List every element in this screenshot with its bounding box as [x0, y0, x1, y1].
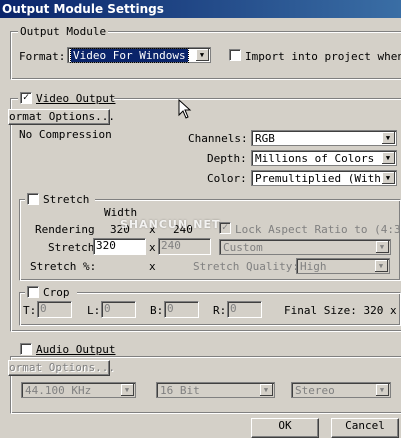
dropdown-arrow-icon: ▼ — [382, 152, 395, 164]
final-size-text: Final Size: 320 x — [284, 304, 397, 317]
rendering-label: Rendering — [35, 223, 95, 236]
dropdown-arrow-icon: ▼ — [382, 172, 395, 184]
stretch-checkbox[interactable] — [27, 193, 39, 205]
depth-value: Millions of Colors — [255, 152, 375, 165]
mouse-pointer-icon — [178, 98, 192, 122]
audio-bits-value: 16 Bit — [160, 384, 200, 397]
audio-output-checkbox[interactable] — [20, 343, 32, 355]
dropdown-arrow-icon: ▼ — [121, 384, 134, 396]
crop-bottom-field[interactable]: 0 — [164, 301, 199, 318]
dropdown-arrow-icon: ▼ — [375, 260, 388, 272]
depth-label: Depth: — [207, 152, 247, 165]
stretch-x: x — [149, 241, 156, 254]
color-value: Premultiplied (With — [255, 172, 381, 185]
crop-left-label: L: — [87, 304, 101, 317]
window-title: Output Module Settings — [0, 0, 401, 18]
crop-bottom-label: B: — [150, 304, 164, 317]
video-output-label[interactable]: Video Output — [36, 92, 115, 105]
crop-top-field[interactable]: 0 — [37, 301, 72, 318]
compression-text: No Compression — [19, 128, 112, 141]
stretch-height-field[interactable]: 240 — [158, 238, 211, 255]
channels-select[interactable]: RGB ▼ — [251, 130, 397, 146]
audio-bits-select[interactable]: 16 Bit ▼ — [156, 382, 275, 398]
format-label: Format: — [19, 50, 66, 63]
color-select[interactable]: Premultiplied (With ▼ — [251, 170, 397, 186]
cancel-button[interactable]: Cancel — [331, 418, 399, 438]
lock-aspect-ratio-checkbox[interactable]: ✓ — [219, 222, 231, 234]
audio-channels-value: Stereo — [295, 384, 335, 397]
crop-left-field[interactable]: 0 — [101, 301, 136, 318]
crop-right-field[interactable]: 0 — [227, 301, 262, 318]
audio-rate-value: 44.100 KHz — [25, 384, 92, 397]
watermark-logo: SHANCUN.NET — [120, 218, 220, 231]
output-module-legend: Output Module — [18, 25, 109, 38]
stretch-quality-select[interactable]: High ▼ — [296, 258, 390, 274]
video-output-checkbox[interactable]: ✓ — [20, 92, 32, 104]
format-select[interactable]: Video For Windows ▼ — [67, 47, 211, 63]
dropdown-arrow-icon: ▼ — [376, 384, 389, 396]
color-label: Color: — [207, 172, 247, 185]
watermark-text: SHANCUN.NET — [120, 218, 221, 231]
crop-label[interactable]: Crop — [43, 286, 70, 299]
import-into-project-label: Import into project when d — [245, 50, 401, 63]
stretch-quality-label: Stretch Quality: — [193, 260, 299, 273]
lock-aspect-ratio-label: Lock Aspect Ratio to (4:3) — [235, 223, 401, 236]
crop-right-label: R: — [213, 304, 227, 317]
stretch-preset-value: Custom — [223, 241, 263, 254]
crop-checkbox[interactable] — [27, 286, 39, 298]
crop-top-label: T: — [23, 304, 37, 317]
stretch-row-label: Stretch — [48, 241, 95, 254]
stretch-percent-label: Stretch %: — [30, 260, 97, 273]
dropdown-arrow-icon: ▼ — [196, 49, 209, 61]
stretch-percent-x: x — [149, 260, 156, 273]
stretch-label[interactable]: Stretch — [43, 193, 89, 206]
depth-select[interactable]: Millions of Colors ▼ — [251, 150, 397, 166]
stretch-preset-select[interactable]: Custom ▼ — [219, 239, 391, 255]
dropdown-arrow-icon: ▼ — [382, 132, 395, 144]
audio-rate-select[interactable]: 44.100 KHz ▼ — [21, 382, 136, 398]
import-into-project-checkbox[interactable] — [229, 49, 241, 61]
channels-label: Channels: — [188, 132, 248, 145]
format-value: Video For Windows — [70, 48, 189, 63]
stretch-width-field[interactable]: 320 — [93, 238, 146, 255]
dropdown-arrow-icon: ▼ — [376, 241, 389, 253]
audio-channels-select[interactable]: Stereo ▼ — [291, 382, 391, 398]
dropdown-arrow-icon: ▼ — [260, 384, 273, 396]
video-format-options-button[interactable]: ormat Options... — [8, 109, 115, 125]
ok-button[interactable]: OK — [251, 418, 319, 438]
channels-value: RGB — [255, 132, 275, 145]
stretch-quality-value: High — [300, 260, 327, 273]
audio-output-label[interactable]: Audio Output — [36, 343, 115, 356]
audio-format-options-button[interactable]: ormat Options... — [8, 360, 115, 376]
